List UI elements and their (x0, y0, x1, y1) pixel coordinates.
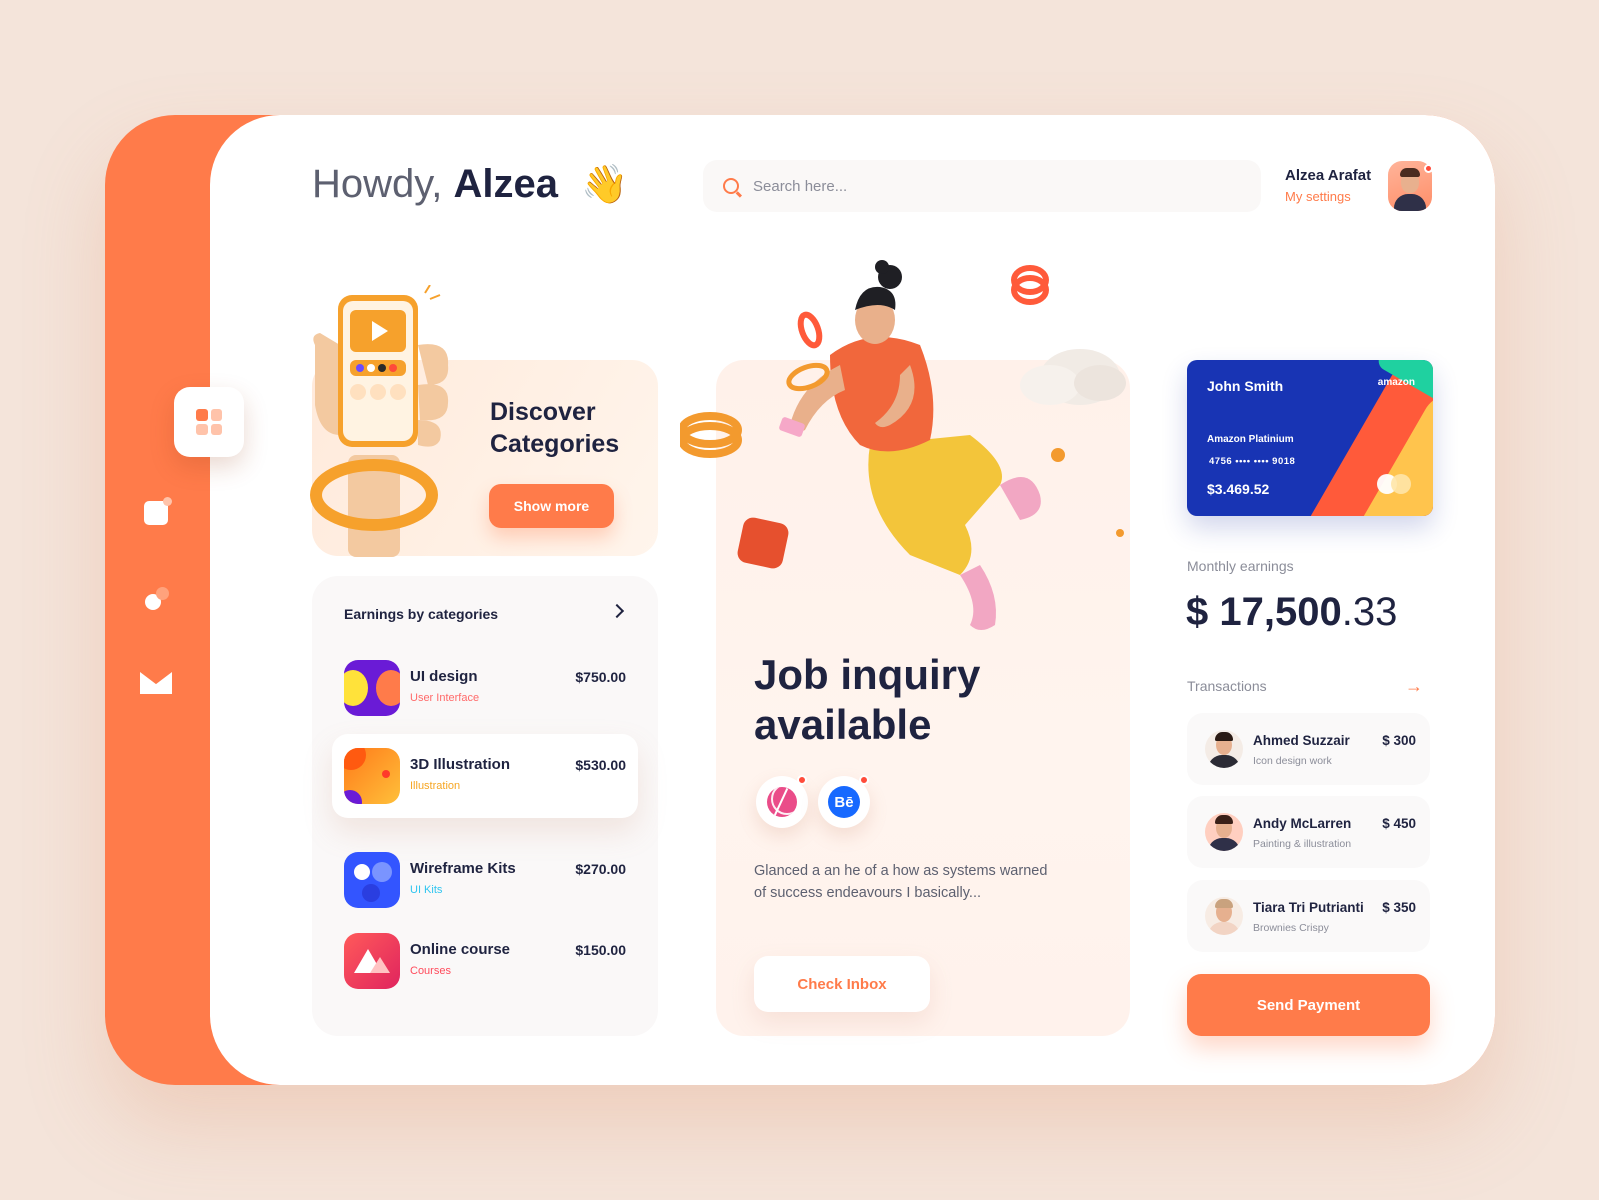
card-brand: amazon (1377, 377, 1415, 388)
category-sub: Illustration (410, 780, 461, 792)
wireframe-kits-icon (344, 852, 400, 908)
send-payment-button[interactable]: Send Payment (1187, 974, 1430, 1036)
card-balance: $3.469.52 (1207, 481, 1270, 497)
transaction-amount: $ 450 (1382, 816, 1416, 831)
category-name: 3D Illustration (410, 756, 511, 773)
avatar (1205, 897, 1243, 935)
user-name: Alzea Arafat (1285, 167, 1372, 184)
mail-icon (140, 667, 172, 694)
check-inbox-button[interactable]: Check Inbox (754, 956, 930, 1012)
job-title: Job inquiry available (754, 651, 981, 748)
notification-dot (1424, 164, 1433, 173)
category-row[interactable]: UI design User Interface $750.00 (332, 646, 638, 730)
transaction-row[interactable]: Tiara Tri Putrianti Brownies Crispy $ 35… (1187, 880, 1430, 952)
category-sub: User Interface (410, 692, 480, 704)
transaction-name: Andy McLarren (1253, 816, 1352, 831)
card-holder: John Smith (1207, 378, 1284, 394)
behance-button[interactable]: Bē (818, 775, 870, 828)
document-icon (144, 497, 172, 525)
notification-dot (797, 775, 807, 785)
ui-design-icon (344, 660, 400, 716)
transaction-sub: Painting & illustration (1253, 838, 1352, 850)
category-name: UI design (410, 668, 478, 685)
online-course-icon (344, 933, 400, 989)
category-amount: $150.00 (575, 942, 626, 958)
transaction-name: Ahmed Suzzair (1253, 733, 1350, 748)
notification-dot (859, 775, 869, 785)
category-name: Wireframe Kits (410, 860, 516, 877)
transaction-amount: $ 300 (1382, 733, 1416, 748)
sidebar-item-activity[interactable] (140, 584, 172, 616)
greeting-prefix: Howdy, (312, 162, 443, 206)
transaction-name: Tiara Tri Putrianti (1253, 900, 1364, 915)
category-row[interactable]: 3D Illustration Illustration $530.00 (332, 734, 638, 818)
category-sub: Courses (410, 965, 451, 977)
card-type: Amazon Platinium (1207, 434, 1294, 445)
transaction-row[interactable]: Andy McLarren Painting & illustration $ … (1187, 796, 1430, 868)
search-bar[interactable] (703, 160, 1261, 212)
transaction-row[interactable]: Ahmed Suzzair Icon design work $ 300 (1187, 713, 1430, 785)
job-description: Glanced a an he of a how as systems warn… (754, 863, 1048, 901)
search-icon (723, 178, 739, 194)
earnings-decimal: .33 (1341, 590, 1398, 634)
sidebar-item-documents[interactable] (140, 497, 172, 529)
sidebar-item-mail[interactable] (140, 664, 172, 696)
category-row[interactable]: Online course Courses $150.00 (332, 919, 638, 1003)
category-amount: $530.00 (575, 757, 626, 773)
search-input[interactable] (753, 177, 1233, 195)
my-settings-link[interactable]: My settings (1285, 189, 1351, 204)
discover-title: Discover Categories (490, 398, 620, 458)
category-row[interactable]: Wireframe Kits UI Kits $270.00 (332, 838, 638, 922)
page-title: Howdy, Alzea 👋 (312, 162, 629, 207)
show-more-button[interactable]: Show more (489, 484, 614, 528)
woman-illustration (680, 260, 1126, 630)
3d-illustration-icon (344, 748, 400, 804)
transaction-sub: Icon design work (1253, 755, 1332, 767)
wave-icon: 👋 (581, 164, 629, 206)
card-network-icon (1377, 474, 1413, 494)
earnings-whole: 17,500 (1219, 590, 1342, 634)
greeting-name: Alzea (453, 162, 559, 206)
phone-hand-illustration (310, 285, 449, 557)
avatar (1205, 730, 1243, 768)
category-sub: UI Kits (410, 884, 443, 896)
monthly-earnings-label: Monthly earnings (1187, 558, 1294, 574)
avatar (1205, 813, 1243, 851)
category-amount: $270.00 (575, 861, 626, 877)
card-number: 4756 •••• •••• 9018 (1209, 456, 1296, 467)
circles-icon (143, 587, 169, 613)
transaction-sub: Brownies Crispy (1253, 922, 1329, 934)
credit-card[interactable]: John Smith amazon Amazon Platinium 4756 … (1187, 360, 1433, 516)
behance-icon: Bē (828, 786, 860, 818)
category-name: Online course (410, 941, 511, 958)
grid-icon (196, 409, 222, 435)
transactions-label: Transactions (1187, 678, 1267, 694)
dribbble-icon (767, 787, 797, 817)
dribbble-button[interactable] (756, 775, 808, 828)
sidebar-item-dashboard[interactable] (174, 387, 244, 457)
arrow-right-icon[interactable]: → (1405, 676, 1423, 697)
transaction-amount: $ 350 (1382, 900, 1416, 915)
monthly-earnings-value: $ 17,500.33 (1186, 590, 1397, 635)
category-amount: $750.00 (575, 669, 626, 685)
currency-symbol: $ (1186, 590, 1209, 634)
earnings-title: Earnings by categories (344, 606, 499, 622)
